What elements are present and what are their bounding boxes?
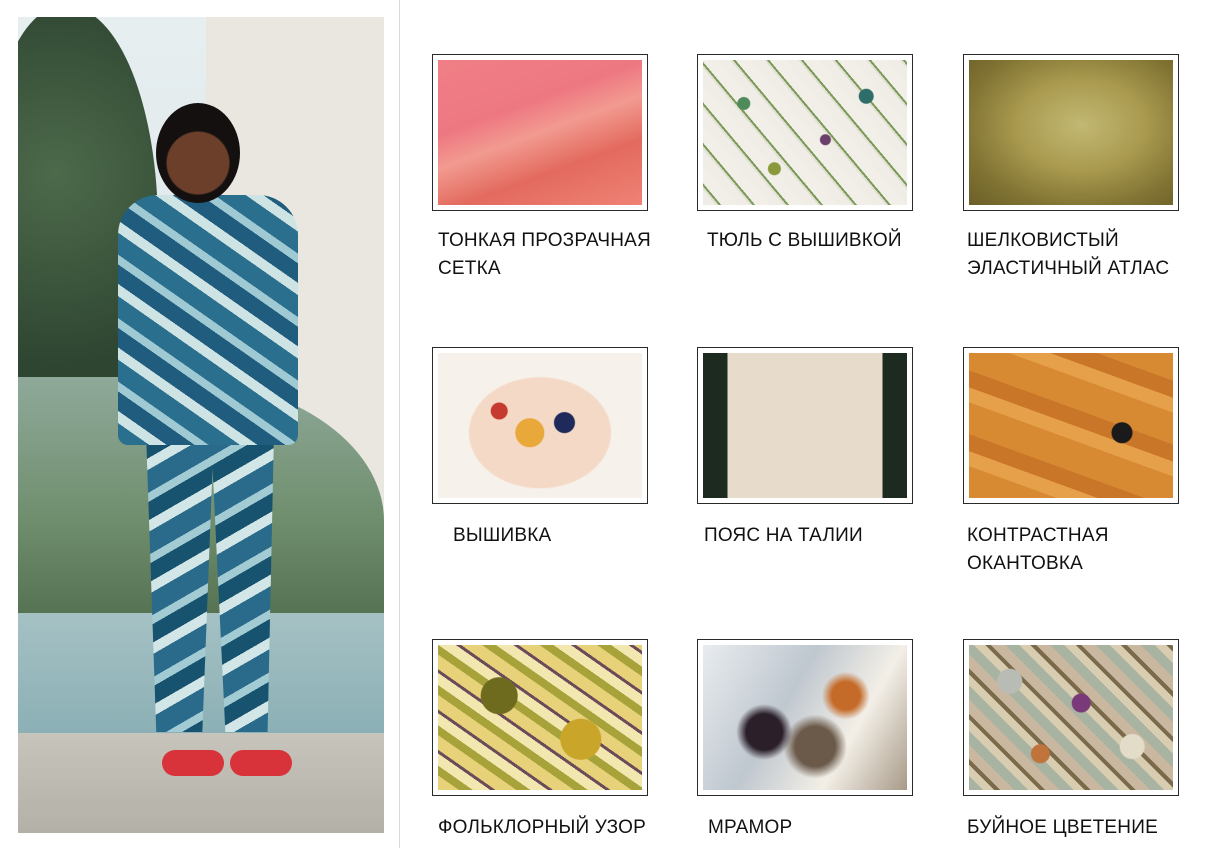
tile-belt	[697, 347, 913, 504]
mesh-swatch	[438, 60, 642, 205]
tile-bloom	[963, 639, 1179, 796]
tile-marble	[697, 639, 913, 796]
tulle-swatch	[703, 60, 907, 205]
embroidery-swatch	[438, 353, 642, 498]
hero-right-slide	[230, 750, 292, 776]
satin-swatch	[969, 60, 1173, 205]
marble-swatch	[703, 645, 907, 790]
caption-satin: ШЕЛКОВИСТЫЙ ЭЛАСТИЧНЫЙ АТЛАС	[967, 230, 1170, 279]
hero-ground	[18, 733, 384, 833]
caption-folk: ФОЛЬКЛОРНЫЙ УЗОР	[438, 817, 646, 838]
hero-figure-head	[156, 103, 240, 203]
tile-satin	[963, 54, 1179, 211]
bloom-swatch	[969, 645, 1173, 790]
tile-embroidery	[432, 347, 648, 504]
tile-folk	[432, 639, 648, 796]
caption-mesh: ТОНКАЯ ПРОЗРАЧНАЯ СЕТКА	[438, 230, 651, 279]
caption-belt: ПОЯС НА ТАЛИИ	[704, 525, 863, 546]
piping-swatch	[969, 353, 1173, 498]
caption-piping: КОНТРАСТНАЯ ОКАНТОВКА	[967, 525, 1109, 574]
hero-figure-shirt	[118, 195, 298, 445]
belt-swatch	[703, 353, 907, 498]
folk-swatch	[438, 645, 642, 790]
caption-embroidery: ВЫШИВКА	[453, 525, 552, 546]
caption-bloom: БУЙНОЕ ЦВЕТЕНИЕ	[967, 817, 1158, 838]
tile-piping	[963, 347, 1179, 504]
hero-left-slide	[162, 750, 224, 776]
hero-photo	[18, 17, 384, 833]
caption-marble: МРАМОР	[708, 817, 793, 838]
hero-panel	[0, 0, 400, 848]
tile-tulle	[697, 54, 913, 211]
caption-tulle: ТЮЛЬ С ВЫШИВКОЙ	[707, 230, 902, 251]
tile-mesh	[432, 54, 648, 211]
